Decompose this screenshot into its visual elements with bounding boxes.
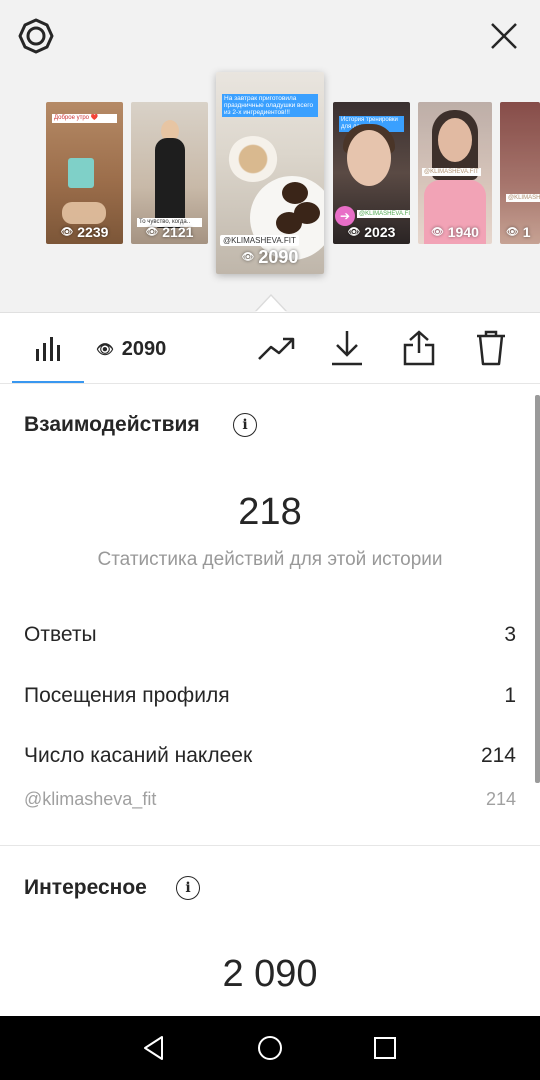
story-thumbnail[interactable]: История тренировки для дам ➔ @KLIMASHEVA… bbox=[333, 102, 410, 244]
stat-row-mention-sticker: @klimasheva_fit 214 bbox=[24, 789, 516, 810]
eye-icon: 👁 bbox=[145, 226, 159, 238]
discovery-total: 2 090 bbox=[222, 953, 318, 995]
story-view-count: 👁 2121 bbox=[145, 224, 194, 240]
trending-up-icon bbox=[258, 337, 295, 360]
mention-tag: @KLIMASHEVA.FIT bbox=[357, 210, 410, 218]
feet-image bbox=[62, 202, 106, 224]
interactions-subtitle: Статистика действий для этой истории bbox=[97, 549, 443, 570]
trash-icon bbox=[477, 330, 505, 366]
story-thumbnail[interactable]: @KLIMASHEVA 👁1 bbox=[500, 102, 540, 244]
gear-icon bbox=[18, 18, 54, 54]
home-circle-icon bbox=[258, 1036, 282, 1060]
back-triangle-icon bbox=[144, 1036, 163, 1060]
section-divider bbox=[0, 845, 540, 846]
info-icon[interactable]: i bbox=[176, 876, 200, 900]
stat-row-replies: Ответы 3 bbox=[24, 623, 516, 647]
mention-tag: @KLIMASHEVA bbox=[506, 194, 540, 202]
story-view-count: 👁 2239 bbox=[60, 224, 109, 240]
eye-icon: 👁 bbox=[506, 226, 519, 238]
face-image bbox=[347, 130, 391, 186]
story-thumbnail[interactable]: Доброе утро ❤️ 👁 2239 bbox=[46, 102, 123, 244]
eye-icon: 👁 bbox=[347, 226, 361, 238]
story-view-count: 👁 2023 bbox=[347, 224, 396, 240]
person-image bbox=[155, 138, 185, 228]
story-views-total: 👁 2090 bbox=[96, 333, 166, 365]
stat-row-profile-visits: Посещения профиля 1 bbox=[24, 684, 516, 708]
story-thumbnail[interactable]: То чувство, когда.. 👁 2121 bbox=[131, 102, 208, 244]
story-thumbnail-selected[interactable]: На завтрак приготовила праздничные оладу… bbox=[216, 72, 324, 274]
story-strip: Доброе утро ❤️ 👁 2239 То чувство, когда..… bbox=[0, 0, 540, 312]
stat-value: 1 bbox=[504, 684, 516, 707]
story-toolbar: 👁 2090 bbox=[0, 312, 540, 384]
selection-pointer bbox=[256, 296, 286, 312]
share-icon bbox=[403, 330, 435, 366]
close-button[interactable] bbox=[482, 14, 526, 58]
stat-label: Число касаний наклеек bbox=[24, 744, 253, 767]
info-icon[interactable]: i bbox=[233, 413, 257, 437]
stat-value: 214 bbox=[480, 744, 516, 767]
system-nav-bar bbox=[0, 1016, 540, 1080]
mention-tag: @KLIMASHEVA.FIT bbox=[422, 168, 481, 176]
story-view-count: 👁 1940 bbox=[431, 224, 479, 240]
bar-chart-icon bbox=[36, 337, 60, 361]
story-thumbnail[interactable]: @KLIMASHEVA.FIT 👁 1940 bbox=[418, 102, 492, 244]
download-button[interactable] bbox=[326, 327, 368, 369]
scrollbar[interactable] bbox=[535, 395, 540, 783]
story-sticker: На завтрак приготовила праздничные оладу… bbox=[222, 94, 318, 117]
story-view-count: 👁 2090 bbox=[241, 247, 299, 267]
eye-icon: 👁 bbox=[96, 340, 114, 357]
stat-label: Посещения профиля bbox=[24, 684, 230, 707]
interactions-title: Взаимодействия bbox=[24, 413, 200, 436]
settings-button[interactable] bbox=[14, 14, 58, 58]
stat-value: 214 bbox=[485, 789, 516, 809]
back-button[interactable] bbox=[138, 1032, 170, 1064]
arrow-icon: ➔ bbox=[335, 206, 355, 226]
discovery-title: Интересное bbox=[24, 876, 147, 899]
eye-icon: 👁 bbox=[431, 226, 444, 238]
story-view-count: 👁 1 bbox=[506, 224, 531, 240]
pancake-image bbox=[276, 212, 302, 234]
insights-button[interactable] bbox=[254, 329, 300, 369]
story-sticker: Доброе утро ❤️ bbox=[52, 114, 117, 123]
coffee-cup-image bbox=[228, 136, 278, 182]
stat-value: 3 bbox=[504, 623, 516, 646]
tab-statistics[interactable] bbox=[24, 331, 72, 367]
active-tab-indicator bbox=[12, 381, 84, 383]
insights-panel: Взаимодействия i 218 Статистика действий… bbox=[0, 385, 540, 1016]
mention-tag: @KLIMASHEVA.FIT bbox=[220, 235, 299, 246]
recents-square-icon bbox=[374, 1037, 396, 1059]
share-button[interactable] bbox=[398, 327, 440, 369]
delete-button[interactable] bbox=[470, 327, 512, 369]
views-value: 2090 bbox=[121, 337, 167, 360]
scale-image bbox=[68, 158, 94, 188]
home-button[interactable] bbox=[254, 1032, 286, 1064]
pancake-image bbox=[282, 182, 308, 204]
eye-icon: 👁 bbox=[241, 252, 255, 263]
recents-button[interactable] bbox=[369, 1032, 401, 1064]
stat-label: Ответы bbox=[24, 623, 97, 646]
stat-label: @klimasheva_fit bbox=[24, 789, 157, 809]
interactions-total: 218 bbox=[238, 491, 302, 533]
download-icon bbox=[332, 331, 362, 366]
close-icon bbox=[491, 23, 517, 49]
stat-row-sticker-taps: Число касаний наклеек 214 bbox=[24, 744, 516, 768]
eye-icon: 👁 bbox=[60, 226, 74, 238]
face-image bbox=[438, 118, 472, 162]
